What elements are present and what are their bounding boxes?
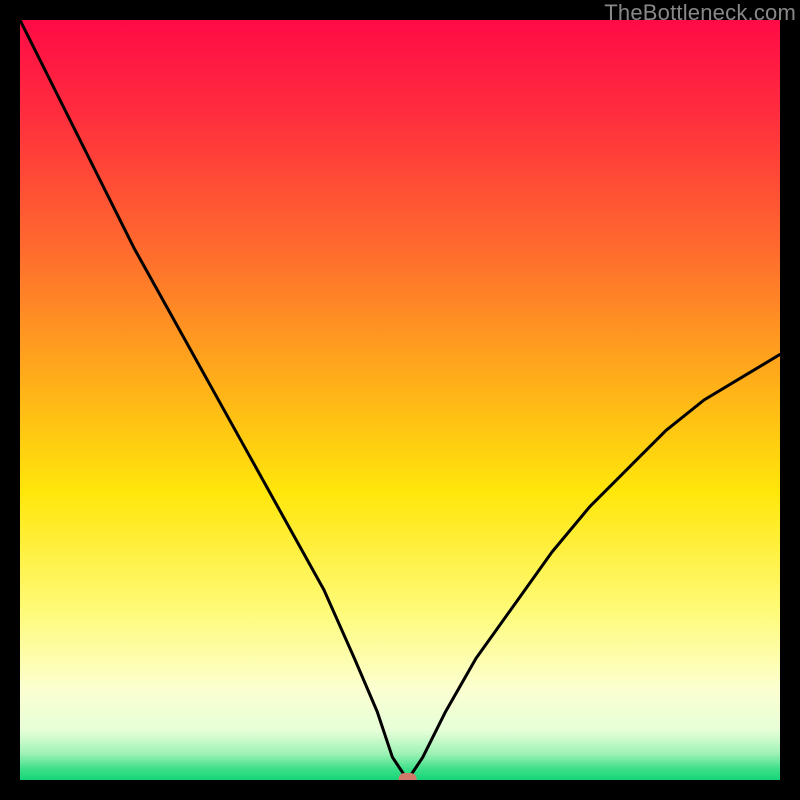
optimum-marker: [399, 773, 417, 780]
bottleneck-chart: [20, 20, 780, 780]
gradient-background: [20, 20, 780, 780]
chart-frame: TheBottleneck.com: [0, 0, 800, 800]
plot-area: [20, 20, 780, 780]
watermark-label: TheBottleneck.com: [604, 0, 796, 26]
